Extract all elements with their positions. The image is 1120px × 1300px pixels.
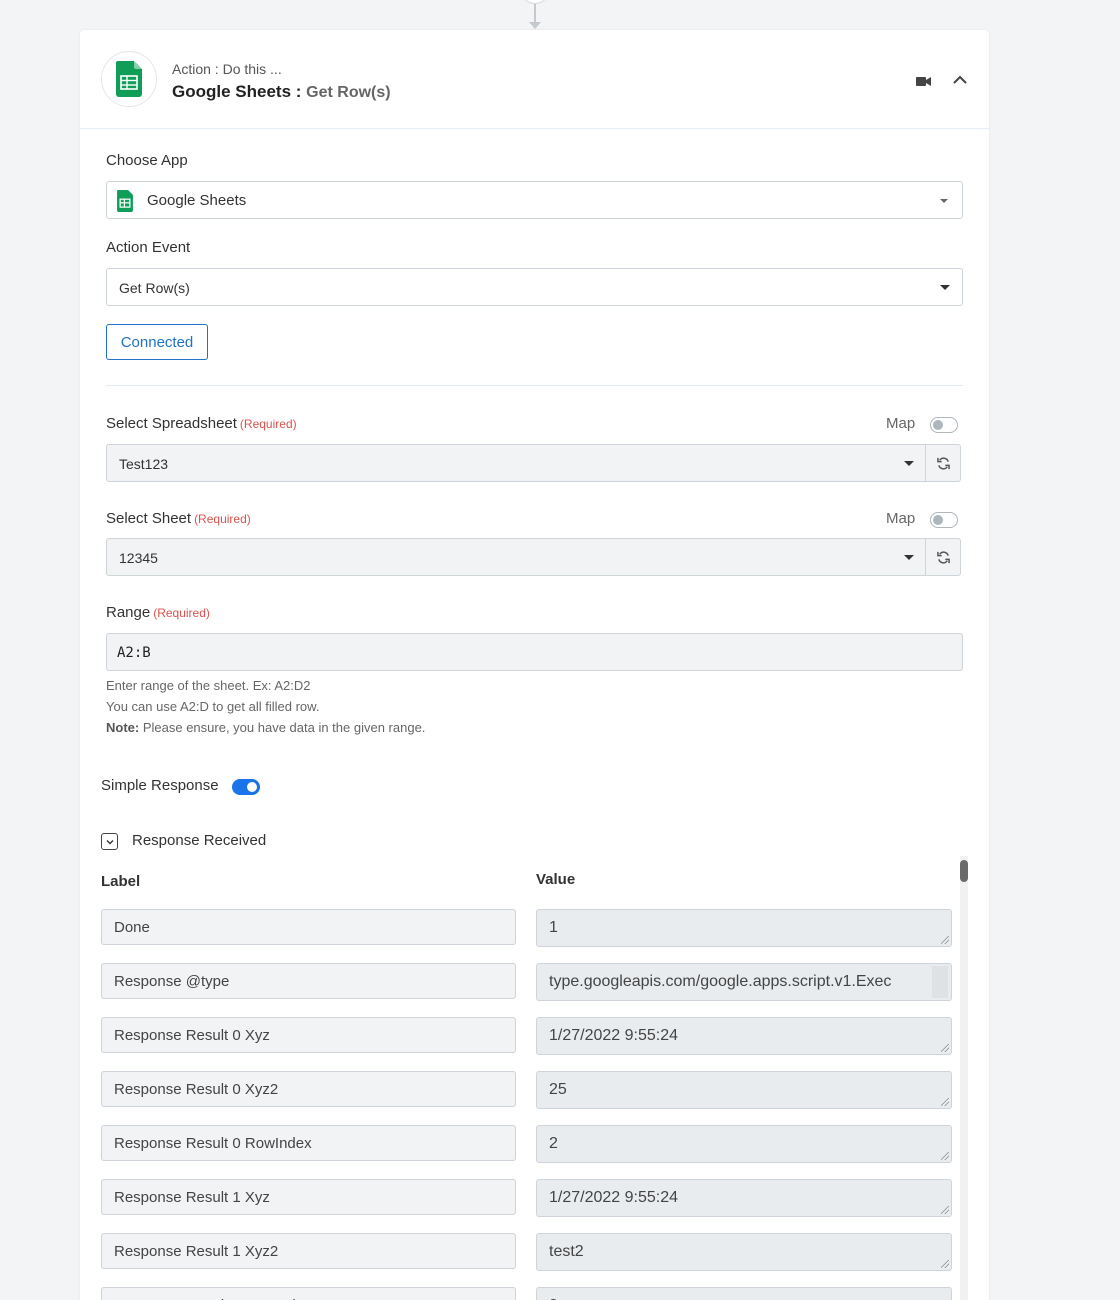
response-value-field[interactable]: 3 — [536, 1287, 952, 1300]
select-spreadsheet-value: Test123 — [119, 456, 169, 472]
table-row: Response @type type.googleapis.com/googl… — [101, 963, 961, 1001]
response-value-field[interactable]: 1 — [536, 909, 952, 947]
refresh-sheet-button[interactable] — [926, 538, 961, 576]
response-received-title: Response Received — [132, 832, 267, 849]
response-label-field[interactable]: Response Result 1 RowIndex — [101, 1287, 516, 1300]
connected-button[interactable]: Connected — [106, 324, 208, 360]
chevron-down-icon — [106, 839, 113, 844]
response-label-field[interactable]: Response Result 1 Xyz — [101, 1179, 516, 1215]
response-value-field[interactable]: 1/27/2022 9:55:24 — [536, 1017, 952, 1055]
chevron-down-icon — [940, 285, 950, 290]
range-value: A2:B — [117, 645, 151, 661]
value-column-header: Value — [536, 871, 576, 888]
response-value-text: 1 — [549, 919, 558, 936]
resize-handle-icon[interactable] — [941, 1206, 949, 1214]
response-scrollbar-thumb[interactable] — [960, 860, 968, 882]
refresh-icon — [936, 550, 950, 564]
select-sheet-label-text: Select Sheet — [106, 510, 192, 527]
action-event-value: Get Row(s) — [119, 280, 190, 296]
range-note-text: Please ensure, you have data in the give… — [139, 720, 426, 735]
sheet-map-label: Map — [886, 510, 916, 527]
table-row: Response Result 0 RowIndex 2 — [101, 1125, 961, 1163]
refresh-spreadsheet-button[interactable] — [926, 444, 961, 482]
choose-app-select[interactable]: Google Sheets — [106, 181, 963, 219]
response-label-field[interactable]: Response Result 0 RowIndex — [101, 1125, 516, 1161]
response-label-field[interactable]: Response Result 1 Xyz2 — [101, 1233, 516, 1269]
range-label: Range (Required) — [106, 604, 210, 621]
action-event-name: Get Row(s) — [306, 84, 391, 101]
textarea-scrollbar[interactable] — [932, 966, 948, 998]
response-label-field[interactable]: Response Result 0 Xyz — [101, 1017, 516, 1053]
action-app-name: Google Sheets : — [172, 82, 302, 101]
response-scrollbar-track[interactable] — [960, 856, 968, 1300]
google-sheets-logo-icon — [101, 51, 157, 107]
select-sheet-value: 12345 — [119, 550, 158, 566]
select-spreadsheet-label: Select Spreadsheet (Required) — [106, 415, 297, 432]
response-value-field[interactable]: type.googleapis.com/google.apps.script.v… — [536, 963, 952, 1001]
resize-handle-icon[interactable] — [941, 1098, 949, 1106]
section-divider — [106, 385, 963, 386]
range-help-line1: Enter range of the sheet. Ex: A2:D2 — [106, 678, 311, 693]
response-collapse-toggle[interactable] — [101, 833, 118, 850]
action-card-header[interactable]: Action : Do this ... Google Sheets : Get… — [80, 30, 989, 129]
required-marker: (Required) — [194, 512, 251, 526]
response-label-field[interactable]: Response @type — [101, 963, 516, 999]
table-row: Response Result 0 Xyz2 25 — [101, 1071, 961, 1109]
action-event-label: Action Event — [106, 239, 191, 256]
table-row: Done 1 — [101, 909, 961, 947]
response-value-text: 25 — [549, 1081, 567, 1098]
choose-app-label: Choose App — [106, 152, 188, 169]
simple-response-label: Simple Response — [101, 777, 219, 794]
table-row: Response Result 1 Xyz2 test2 — [101, 1233, 961, 1271]
response-value-text: 1/27/2022 9:55:24 — [549, 1027, 679, 1044]
required-marker: (Required) — [153, 606, 210, 620]
response-value-text: type.googleapis.com/google.apps.script.v… — [549, 973, 892, 990]
response-value-field[interactable]: 2 — [536, 1125, 952, 1163]
chevron-up-icon[interactable] — [952, 72, 968, 93]
action-title: Google Sheets : Get Row(s) — [172, 82, 391, 102]
table-row: Response Result 1 Xyz 1/27/2022 9:55:24 — [101, 1179, 961, 1217]
resize-handle-icon[interactable] — [941, 1044, 949, 1052]
range-note: Note: Please ensure, you have data in th… — [106, 720, 425, 735]
select-spreadsheet-dropdown[interactable]: Test123 — [106, 444, 926, 482]
range-note-label: Note: — [106, 720, 140, 735]
response-value-text: 2 — [549, 1135, 558, 1152]
range-label-text: Range — [106, 604, 151, 621]
simple-response-toggle[interactable] — [232, 779, 260, 795]
response-value-field[interactable]: 25 — [536, 1071, 952, 1109]
chevron-down-icon — [904, 555, 914, 560]
resize-handle-icon[interactable] — [941, 936, 949, 944]
resize-handle-icon[interactable] — [941, 1152, 949, 1160]
response-value-text: test2 — [549, 1243, 584, 1260]
response-value-field[interactable]: 1/27/2022 9:55:24 — [536, 1179, 952, 1217]
table-row: Response Result 0 Xyz 1/27/2022 9:55:24 — [101, 1017, 961, 1055]
flow-connector-arrow — [529, 22, 541, 29]
response-value-field[interactable]: test2 — [536, 1233, 952, 1271]
chevron-down-icon — [940, 199, 948, 203]
range-help-line2: You can use A2:D to get all filled row. — [106, 699, 320, 714]
video-tutorial-icon[interactable] — [916, 74, 931, 92]
response-label-field[interactable]: Response Result 0 Xyz2 — [101, 1071, 516, 1107]
resize-handle-icon[interactable] — [941, 1260, 949, 1268]
refresh-icon — [936, 456, 950, 470]
spreadsheet-map-toggle[interactable] — [930, 417, 958, 433]
choose-app-value: Google Sheets — [147, 192, 247, 209]
required-marker: (Required) — [239, 417, 297, 431]
action-event-select[interactable]: Get Row(s) — [106, 268, 963, 306]
chevron-down-icon — [904, 461, 914, 466]
response-value-text: 1/27/2022 9:55:24 — [549, 1189, 679, 1206]
response-label-field[interactable]: Done — [101, 909, 516, 945]
action-card: Action : Do this ... Google Sheets : Get… — [80, 30, 989, 1300]
google-sheets-icon — [117, 190, 133, 217]
action-subtitle: Action : Do this ... — [172, 61, 282, 77]
range-input[interactable]: A2:B — [106, 633, 963, 671]
select-sheet-label: Select Sheet (Required) — [106, 510, 251, 527]
select-sheet-dropdown[interactable]: 12345 — [106, 538, 926, 576]
spreadsheet-map-label: Map — [886, 415, 916, 432]
sheet-map-toggle[interactable] — [930, 512, 958, 528]
flow-connector-line — [534, 4, 536, 24]
table-row: Response Result 1 RowIndex 3 — [101, 1287, 961, 1300]
label-column-header: Label — [101, 873, 141, 890]
select-spreadsheet-label-text: Select Spreadsheet — [106, 415, 237, 432]
